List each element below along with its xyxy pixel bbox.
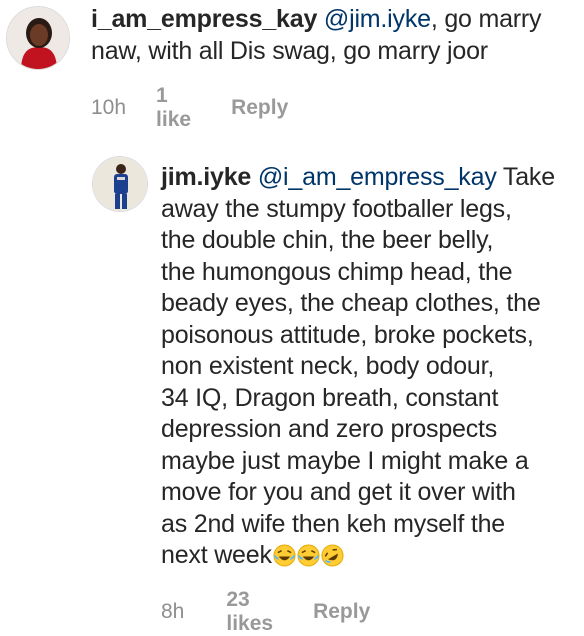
comment-text-body: naw, with all Dis swag, go marry joor [91, 36, 488, 65]
username[interactable]: jim.iyke [161, 163, 251, 191]
reply-button[interactable]: Reply [313, 600, 370, 624]
user-photo-icon [93, 157, 147, 211]
likes-count[interactable]: 23 likes [226, 588, 273, 636]
avatar-jim-iyke[interactable] [92, 156, 148, 212]
laughing-crying-emoji-icon [273, 544, 296, 567]
comment-text: jim.iyke @i_am_empress_kay Take away the… [161, 162, 581, 572]
comment-text: i_am_empress_kay @jim.iyke, go marry naw… [91, 4, 571, 67]
laughing-crying-emoji-icon [297, 544, 320, 567]
emoji-group [272, 541, 344, 569]
mention-link[interactable]: @i_am_empress_kay [258, 163, 497, 191]
likes-count[interactable]: 1 like [156, 84, 191, 132]
comment-text-line1: Take [496, 163, 555, 191]
mention-link[interactable]: @jim.iyke [324, 5, 431, 33]
timestamp: 8h [161, 600, 185, 623]
timestamp: 10h [91, 96, 127, 119]
comment-text-body: away the stumpy footballer legs, the dou… [161, 194, 541, 570]
rolling-laughing-emoji-icon [321, 544, 344, 567]
username[interactable]: i_am_empress_kay [91, 5, 317, 33]
comment-text-line1: , go marry [430, 5, 542, 33]
comment-meta: 8h 23 likes Reply [161, 588, 370, 636]
comment-meta: 10h 1 like Reply [91, 84, 288, 132]
avatar-empress-kay[interactable] [6, 6, 70, 70]
user-photo-icon [7, 7, 69, 69]
reply-button[interactable]: Reply [231, 96, 288, 120]
